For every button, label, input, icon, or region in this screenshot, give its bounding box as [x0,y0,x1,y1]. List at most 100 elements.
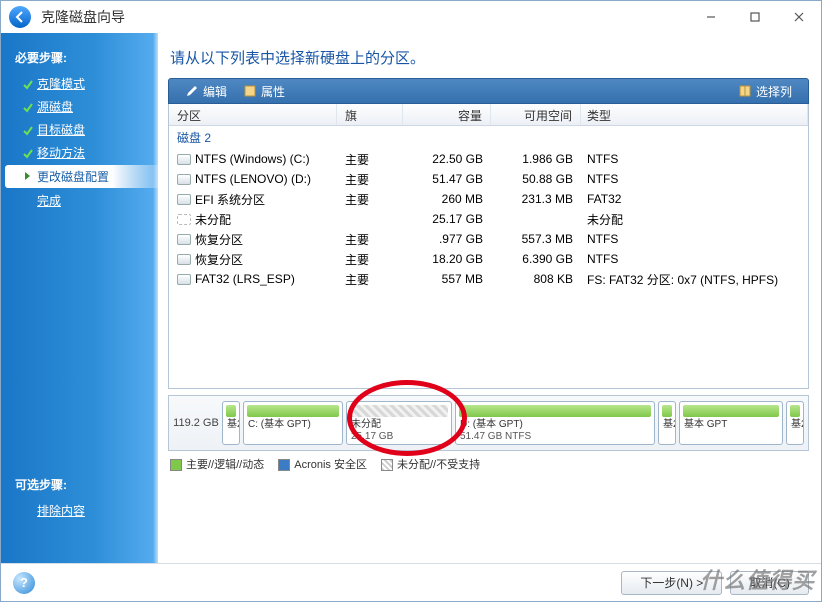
partition-name: EFI 系统分区 [195,191,265,208]
partition-row[interactable]: FAT32 (LRS_ESP)主要557 MB808 KBFS: FAT32 分… [169,269,808,289]
optional-steps-header: 可选步骤: [1,472,158,499]
partition-type: NTFS [581,231,808,247]
window-title: 克隆磁盘向导 [41,7,125,27]
step-label: 目标磁盘 [37,121,85,138]
col-capacity[interactable]: 容量 [403,104,491,125]
disk-segment[interactable]: 基2 [786,401,804,445]
partition-capacity: 18.20 GB [403,251,491,267]
back-button[interactable] [9,6,31,28]
partition-capacity: 22.50 GB [403,151,491,167]
check-icon [23,79,33,89]
legend-swatch-unalloc [381,459,393,471]
partition-name: 恢复分区 [195,251,243,268]
segment-bar [459,405,651,417]
arrow-left-icon [14,11,26,23]
segment-bar [350,405,448,417]
segment-label: D: (基本 GPT) [456,417,654,431]
partition-name: NTFS (LENOVO) (D:) [195,172,311,186]
col-flag[interactable]: 旗 [337,104,403,125]
partition-name: NTFS (Windows) (C:) [195,152,310,166]
window-controls [689,3,821,31]
wizard-step-0[interactable]: 克隆模式 [1,72,158,95]
properties-label: 属性 [261,83,285,100]
partition-row[interactable]: 恢复分区主要.977 GB557.3 MBNTFS [169,229,808,249]
segment-label: 基2 [223,417,239,431]
segment-bar [662,405,672,417]
disk-segment[interactable]: 基本 GPT [679,401,783,445]
partition-name: 恢复分区 [195,231,243,248]
step-label: 完成 [37,192,61,209]
select-columns-button[interactable]: 选择列 [730,83,800,100]
disk-total-size: 119.2 GB [173,417,219,429]
pencil-icon [185,84,199,98]
partition-flag: 主要 [337,230,403,249]
partition-row[interactable]: 未分配25.17 GB未分配 [169,209,808,229]
check-icon [23,148,33,158]
minimize-button[interactable] [689,3,733,31]
close-button[interactable] [777,3,821,31]
partition-row[interactable]: EFI 系统分区主要260 MB231.3 MBFAT32 [169,189,808,209]
partition-type: FAT32 [581,191,808,207]
wizard-sidebar: 必要步骤: 克隆模式源磁盘目标磁盘移动方法更改磁盘配置完成 可选步骤: 排除内容 [1,33,158,563]
legend-primary: 主要//逻辑//动态 [186,459,264,471]
partition-type: NTFS [581,171,808,187]
partition-icon [177,194,191,205]
col-type[interactable]: 类型 [581,104,808,125]
partition-icon [177,254,191,265]
grid-header: 分区 旗 容量 可用空间 类型 [169,104,808,126]
partition-free: 1.986 GB [491,151,581,167]
grid-toolbar: 编辑 属性 选择列 [168,78,809,104]
arrow-right-icon [23,170,33,184]
edit-button[interactable]: 编辑 [177,83,235,100]
partition-icon [177,234,191,245]
segment-sublabel: 25.17 GB [347,431,451,442]
disk-legend: 主要//逻辑//动态 Acronis 安全区 未分配//不受支持 [168,451,809,477]
wizard-step-2[interactable]: 目标磁盘 [1,118,158,141]
segment-bar [247,405,339,417]
segment-label: 基2 [659,417,675,431]
partition-row[interactable]: NTFS (LENOVO) (D:)主要51.47 GB50.88 GBNTFS [169,169,808,189]
check-icon [23,102,33,112]
partition-free: 231.3 MB [491,191,581,207]
partition-type: 未分配 [581,210,808,229]
partition-free: 808 KB [491,271,581,287]
wizard-step-4[interactable]: 更改磁盘配置 [5,165,158,188]
segment-label: C: (基本 GPT) [244,417,342,431]
segment-sublabel: 51.47 GB NTFS [456,431,654,442]
partition-free: 6.390 GB [491,251,581,267]
partition-icon [177,154,191,165]
partition-capacity: .977 GB [403,231,491,247]
disk-segment[interactable]: D: (基本 GPT)51.47 GB NTFS [455,401,655,445]
partition-row[interactable]: 恢复分区主要18.20 GB6.390 GBNTFS [169,249,808,269]
maximize-button[interactable] [733,3,777,31]
disk-segment[interactable]: 未分配25.17 GB [346,401,452,445]
grid-group-header: 磁盘 2 [169,126,808,149]
partition-flag: 主要 [337,150,403,169]
step-label: 克隆模式 [37,75,85,92]
wizard-step-3[interactable]: 移动方法 [1,141,158,164]
disk-map: 119.2 GB 基2C: (基本 GPT)未分配25.17 GBD: (基本 … [168,395,809,451]
partition-flag: 主要 [337,170,403,189]
wizard-step-5: 完成 [1,189,158,212]
partition-capacity: 25.17 GB [403,211,491,227]
legend-acronis: Acronis 安全区 [294,459,367,471]
cancel-button[interactable]: 取消(C) [730,571,809,595]
partition-type: FS: FAT32 分区: 0x7 (NTFS, HPFS) [581,270,808,289]
partition-flag: 主要 [337,270,403,289]
properties-button[interactable]: 属性 [235,83,293,100]
main-panel: 请从以下列表中选择新硬盘上的分区。 编辑 属性 选择列 分区 旗 容量 可用空间 [158,33,821,563]
wizard-step-1[interactable]: 源磁盘 [1,95,158,118]
step-label: 移动方法 [37,144,85,161]
disk-segment[interactable]: 基2 [222,401,240,445]
disk-segment[interactable]: C: (基本 GPT) [243,401,343,445]
col-free[interactable]: 可用空间 [491,104,581,125]
col-partition[interactable]: 分区 [169,104,337,125]
partition-flag: 主要 [337,250,403,269]
wizard-footer: ? 下一步(N) > 取消(C) [1,563,821,601]
disk-segment[interactable]: 基2 [658,401,676,445]
help-button[interactable]: ? [13,572,35,594]
next-button[interactable]: 下一步(N) > [621,571,722,595]
columns-icon [738,84,752,98]
partition-icon [177,174,191,185]
partition-row[interactable]: NTFS (Windows) (C:)主要22.50 GB1.986 GBNTF… [169,149,808,169]
